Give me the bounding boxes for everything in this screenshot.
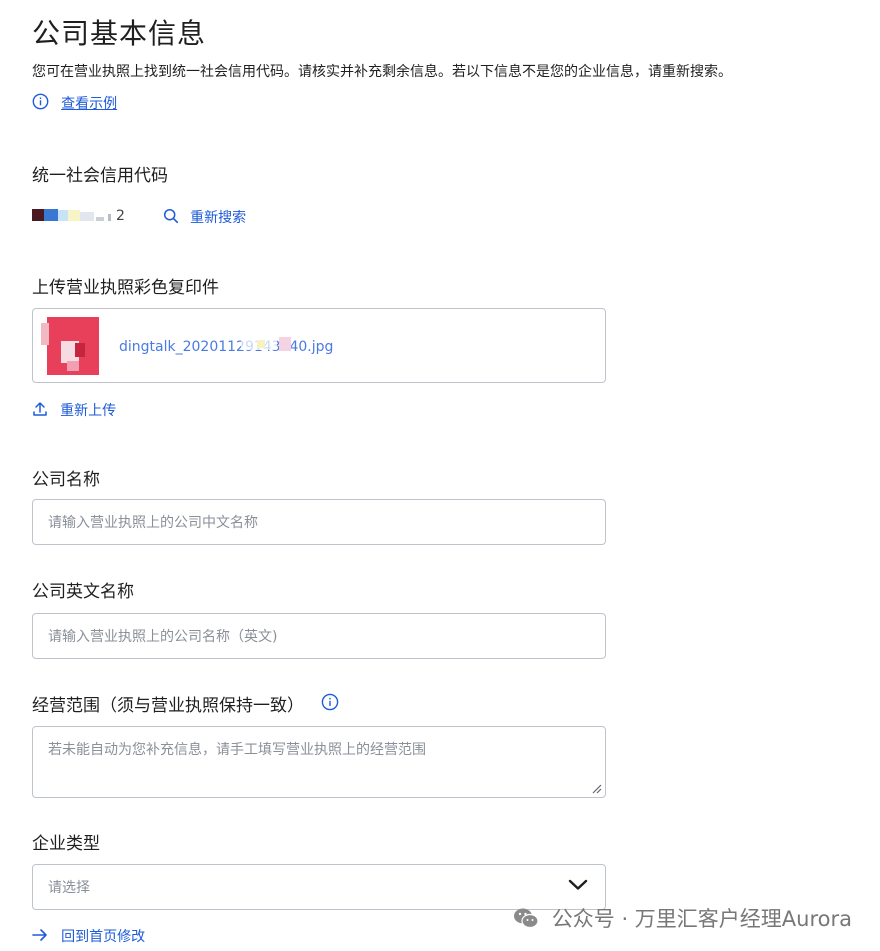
chevron-down-icon [568,879,588,895]
research-label[interactable]: 重新搜索 [190,210,246,226]
company-en-name-label: 公司英文名称 [32,582,134,602]
company-name-label: 公司名称 [32,470,100,490]
company-en-name-placeholder: 请输入营业执照上的公司名称（英文) [48,629,278,645]
upload-icon [32,401,48,421]
back-to-home-link[interactable]: 回到首页修改 [32,926,145,946]
license-upload-box[interactable]: dingtalk_20201129143140.jpg [32,308,606,383]
wechat-icon [513,907,539,934]
arrow-right-icon [32,927,48,946]
company-name-input[interactable]: 请输入营业执照上的公司中文名称 [32,499,606,545]
watermark: 公众号 · 万里汇客户经理Aurora [513,903,852,934]
business-scope-textarea[interactable]: 若未能自动为您补充信息，请手工填写营业执照上的经营范围 [32,726,606,798]
reupload-button[interactable]: 重新上传 [32,400,116,421]
view-example-label[interactable]: 查看示例 [61,96,117,112]
page-subtitle: 您可在营业执照上找到统一社会信用代码。请核实并补充剩余信息。若以下信息不是您的企… [32,64,732,80]
license-thumbnail-icon [41,317,99,375]
credit-code-label: 统一社会信用代码 [32,166,168,186]
company-type-placeholder: 请选择 [48,880,90,896]
info-icon[interactable] [321,693,339,716]
company-en-name-input[interactable]: 请输入营业执照上的公司名称（英文) [32,613,606,659]
page-title: 公司基本信息 [32,17,207,50]
business-scope-placeholder: 若未能自动为您补充信息，请手工填写营业执照上的经营范围 [48,742,426,758]
business-scope-label: 经营范围（须与营业执照保持一致） [32,691,339,716]
watermark-text: 公众号 · 万里汇客户经理Aurora [551,907,852,931]
research-button[interactable]: 重新搜索 [163,207,246,228]
view-example-link[interactable]: 查看示例 [32,93,117,114]
back-to-home-label[interactable]: 回到首页修改 [61,929,145,945]
license-upload-label: 上传营业执照彩色复印件 [32,278,219,298]
company-name-placeholder: 请输入营业执照上的公司中文名称 [48,515,258,531]
reupload-label[interactable]: 重新上传 [60,403,116,419]
info-icon [32,93,49,114]
license-file-name[interactable]: dingtalk_20201129143140.jpg [119,339,333,355]
credit-code-suffix: 2 [116,208,125,224]
company-type-label: 企业类型 [32,834,100,854]
resize-handle-icon[interactable] [591,783,602,794]
file-name-mask-icon [241,337,291,351]
business-scope-label-text: 经营范围（须与营业执照保持一致） [32,696,304,716]
search-icon [163,208,179,228]
